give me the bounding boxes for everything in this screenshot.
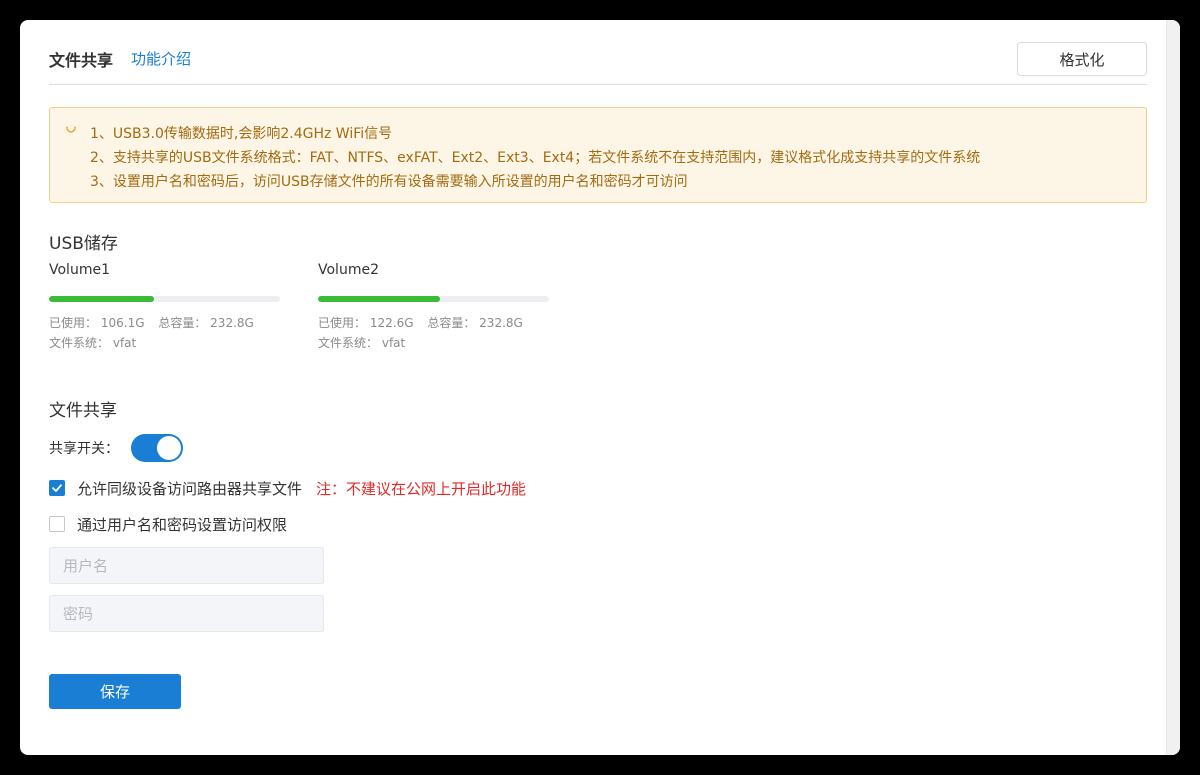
volume-card: Volume2 已使用： 122.6G 总容量： 232.8G 文件系统： vf… (318, 262, 549, 353)
page-header: 文件共享 功能介绍 格式化 (49, 20, 1147, 85)
checkmark-icon (51, 479, 63, 498)
notice-box: 1、USB3.0传输数据时,会影响2.4GHz WiFi信号 2、支持共享的US… (49, 107, 1147, 203)
auth-checkbox[interactable] (49, 516, 65, 532)
usage-bar-fill (49, 296, 155, 302)
page-title: 文件共享 (49, 51, 114, 70)
usage-bar (318, 296, 549, 302)
fs-value: vfat (112, 336, 137, 350)
save-button[interactable]: 保存 (49, 674, 181, 709)
smile-icon (64, 122, 78, 136)
used-value: 106.1G (100, 316, 145, 330)
volume-meta: 已使用： 106.1G 总容量： 232.8G 文件系统： vfat (49, 313, 280, 353)
app-window: 文件共享 功能介绍 格式化 1、USB3.0传输数据时,会影响2.4GHz Wi… (20, 20, 1180, 755)
volume-name: Volume1 (49, 262, 110, 278)
usage-bar (49, 296, 280, 302)
total-value: 232.8G (479, 316, 523, 330)
allow-lan-label: 允许同级设备访问路由器共享文件 (77, 479, 303, 498)
volume-card: Volume1 已使用： 106.1G 总容量： 232.8G 文件系统： vf… (49, 262, 280, 353)
auth-row: 通过用户名和密码设置访问权限 (49, 514, 287, 534)
allow-lan-checkbox[interactable] (49, 480, 65, 496)
volume-meta: 已使用： 122.6G 总容量： 232.8G 文件系统： vfat (318, 313, 549, 353)
used-label: 已使用： (49, 316, 98, 330)
total-label: 总容量： (427, 316, 476, 330)
volume-name: Volume2 (318, 262, 379, 278)
scrollbar[interactable] (1166, 20, 1180, 755)
used-label: 已使用： (318, 316, 367, 330)
feature-intro-link[interactable]: 功能介绍 (131, 48, 191, 69)
notice-line-1: 1、USB3.0传输数据时,会影响2.4GHz WiFi信号 (90, 126, 393, 142)
total-label: 总容量： (158, 316, 207, 330)
share-section-title: 文件共享 (49, 401, 117, 421)
main-content: 文件共享 功能介绍 格式化 1、USB3.0传输数据时,会影响2.4GHz Wi… (49, 20, 1147, 755)
share-toggle[interactable] (131, 434, 183, 462)
allow-lan-row: 允许同级设备访问路由器共享文件 注：不建议在公网上开启此功能 (49, 478, 526, 498)
notice-line-3: 3、设置用户名和密码后，访问USB存储文件的所有设备需要输入所设置的用户名和密码… (90, 174, 688, 190)
fs-value: vfat (381, 336, 406, 350)
password-input[interactable] (49, 595, 324, 632)
usage-bar-fill (318, 296, 440, 302)
format-button[interactable]: 格式化 (1017, 42, 1147, 76)
fs-label: 文件系统： (49, 336, 110, 350)
auth-label: 通过用户名和密码设置访问权限 (77, 515, 288, 534)
notice-line-2: 2、支持共享的USB文件系统格式：FAT、NTFS、exFAT、Ext2、Ext… (90, 150, 981, 166)
username-input[interactable] (49, 547, 324, 584)
toggle-knob (157, 436, 181, 460)
usb-section-title: USB储存 (49, 234, 118, 254)
allow-lan-warning: 注：不建议在公网上开启此功能 (316, 479, 527, 498)
fs-label: 文件系统： (318, 336, 379, 350)
share-switch-label: 共享开关： (49, 441, 119, 457)
total-value: 232.8G (210, 316, 254, 330)
used-value: 122.6G (369, 316, 414, 330)
